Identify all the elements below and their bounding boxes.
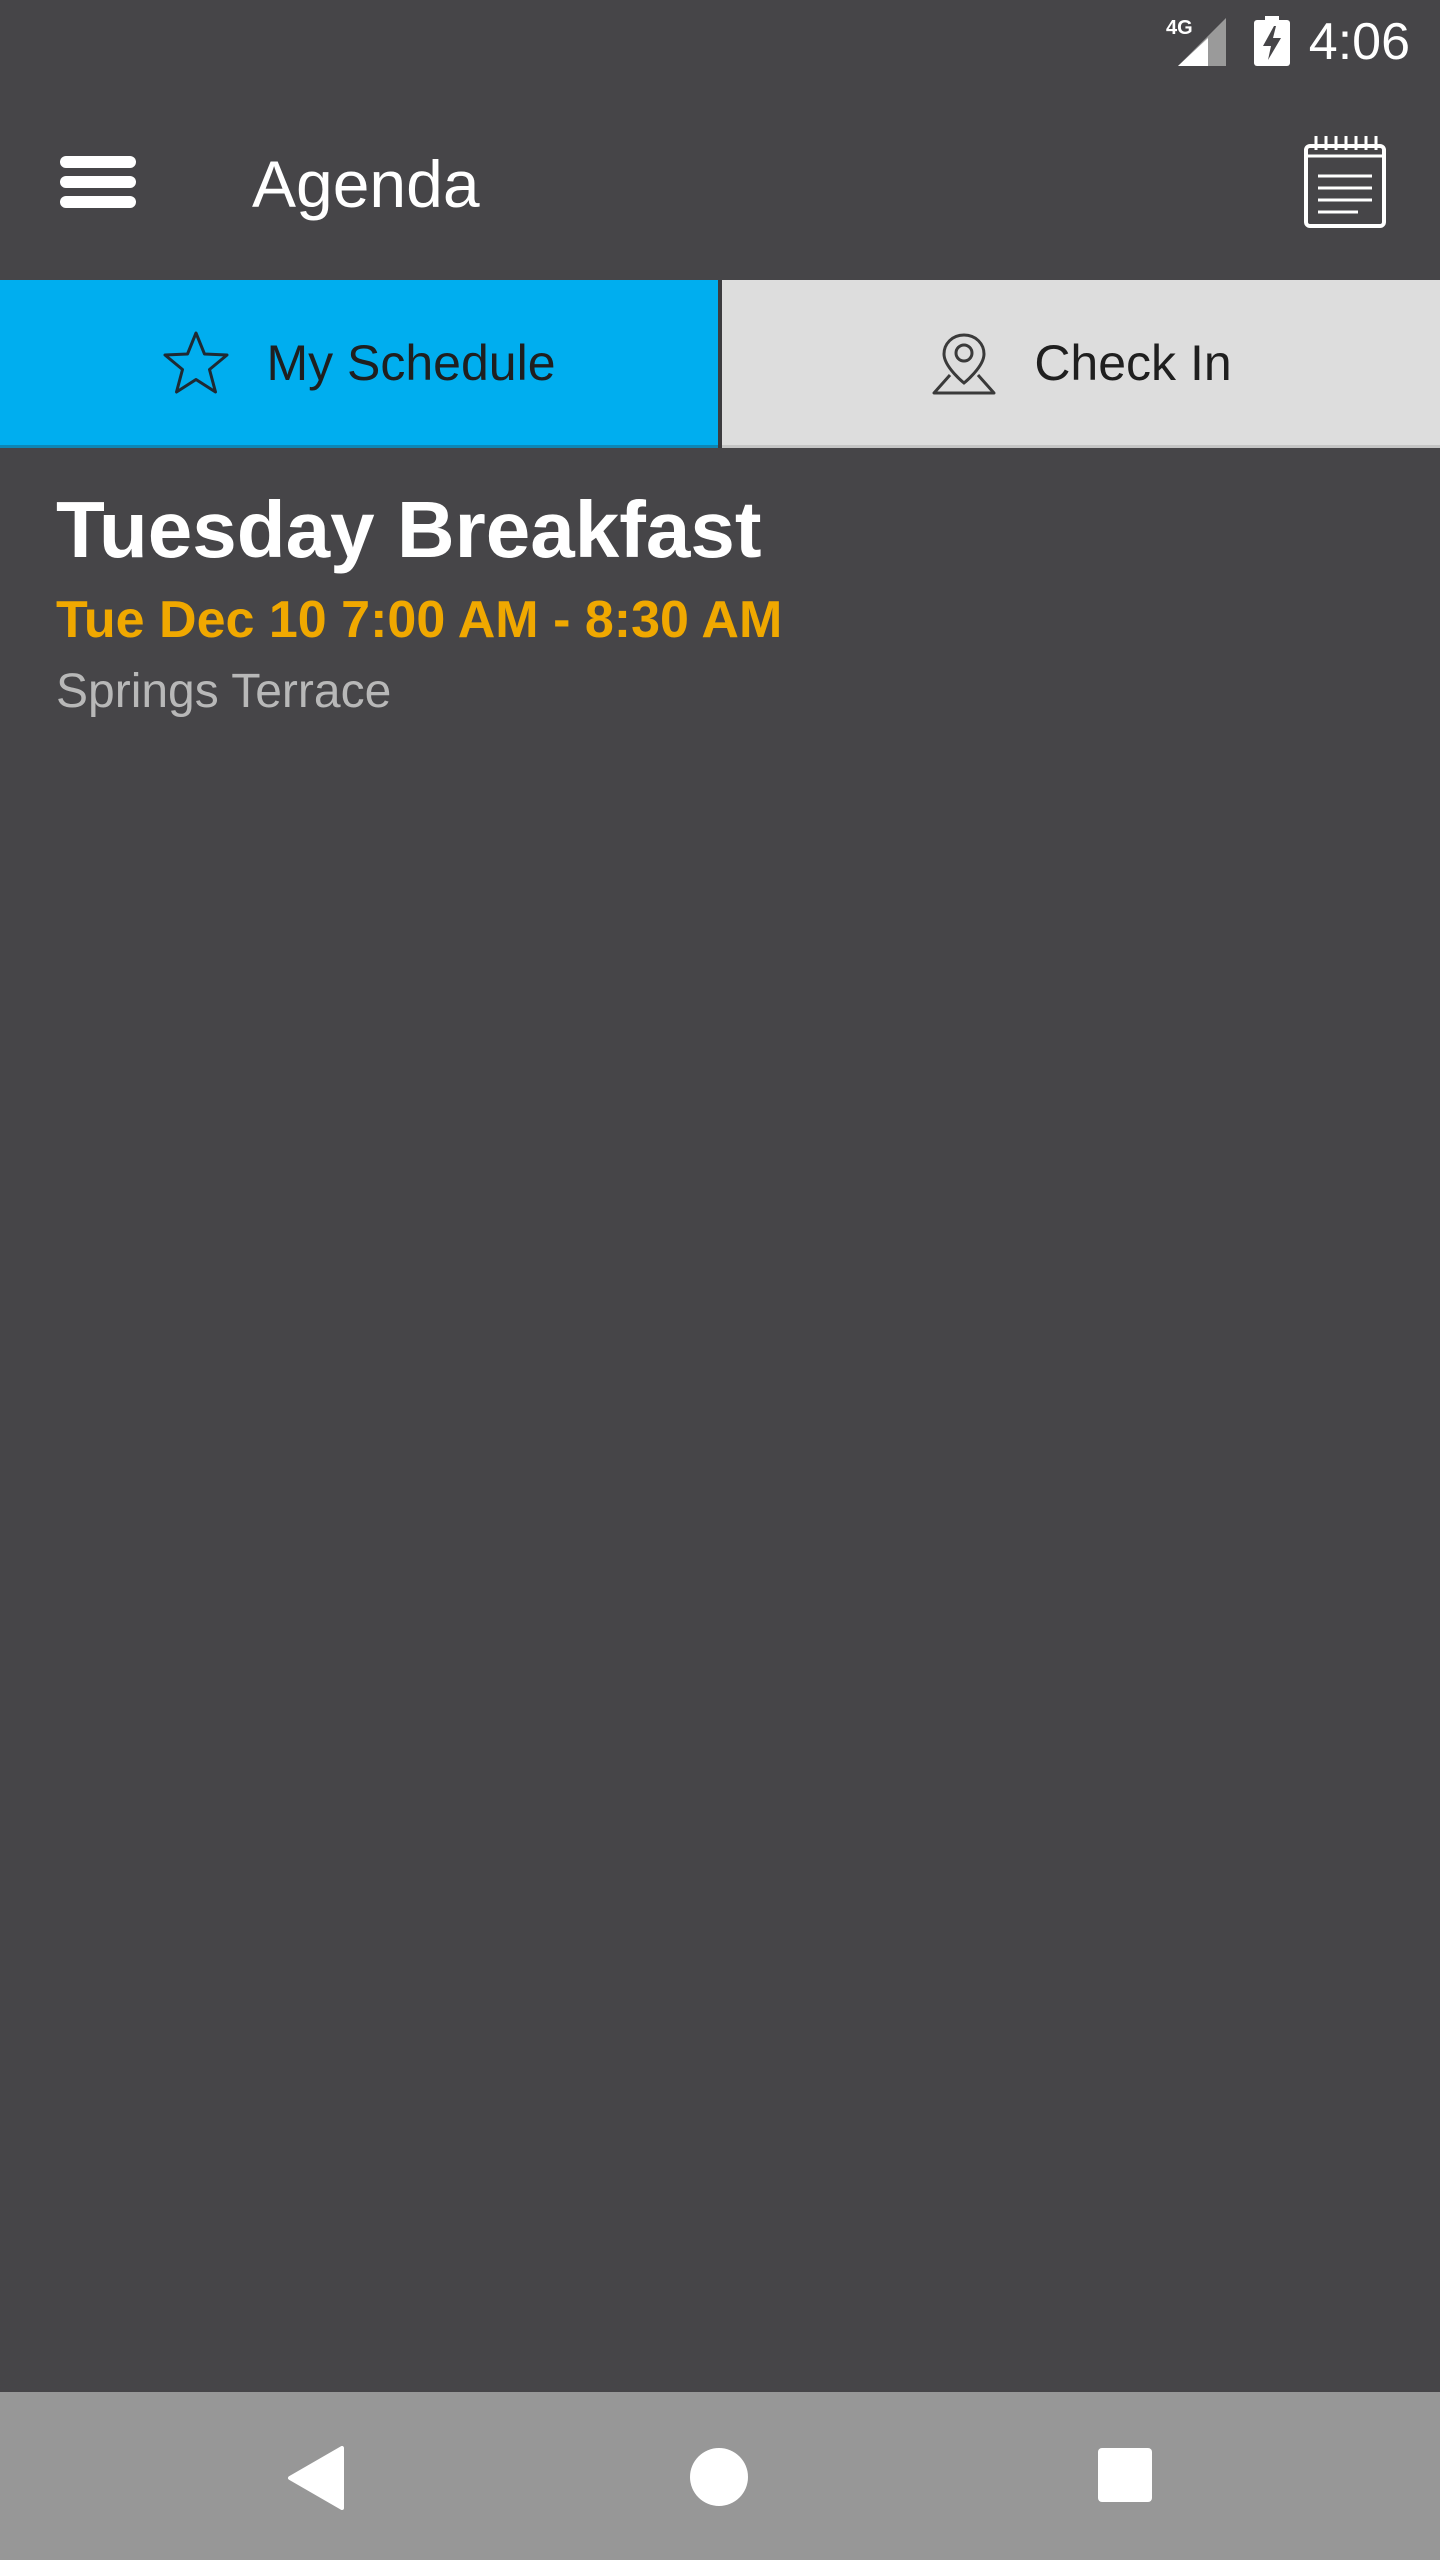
status-time: 4:06 — [1308, 13, 1410, 71]
hamburger-menu-icon[interactable] — [56, 148, 140, 216]
tab-check-in[interactable]: Check In — [722, 280, 1440, 448]
tab-my-schedule[interactable]: My Schedule — [0, 280, 718, 448]
page-title: Agenda — [252, 147, 480, 221]
network-type-label: 4G — [1166, 17, 1193, 39]
event-location: Springs Terrace — [56, 665, 392, 718]
back-triangle-icon[interactable] — [286, 2446, 346, 2510]
list-item[interactable]: Tuesday Breakfast Tue Dec 10 7:00 AM - 8… — [56, 482, 1356, 722]
app-bar: Agenda — [0, 84, 1440, 280]
tab-check-in-label: Check In — [1034, 334, 1232, 391]
tab-my-schedule-label: My Schedule — [266, 334, 556, 391]
battery-charging-icon — [1254, 16, 1290, 66]
tab-bar: My Schedule Check In — [0, 280, 1440, 448]
cell-signal-icon: 4G — [1166, 17, 1226, 66]
event-title: Tuesday Breakfast — [56, 485, 762, 574]
status-bar: 4G 4:06 — [0, 0, 1440, 84]
home-circle-icon[interactable] — [690, 2448, 748, 2506]
system-nav-bar — [0, 2392, 1440, 2560]
map-pin-icon — [932, 332, 996, 394]
notepad-icon[interactable] — [1302, 134, 1388, 230]
star-icon — [163, 331, 229, 393]
event-time: Tue Dec 10 7:00 AM - 8:30 AM — [56, 591, 783, 649]
recents-square-icon[interactable] — [1098, 2448, 1152, 2502]
agenda-screen: 4G 4:06 Agenda My Schedule Check In Tues… — [0, 0, 1440, 2560]
